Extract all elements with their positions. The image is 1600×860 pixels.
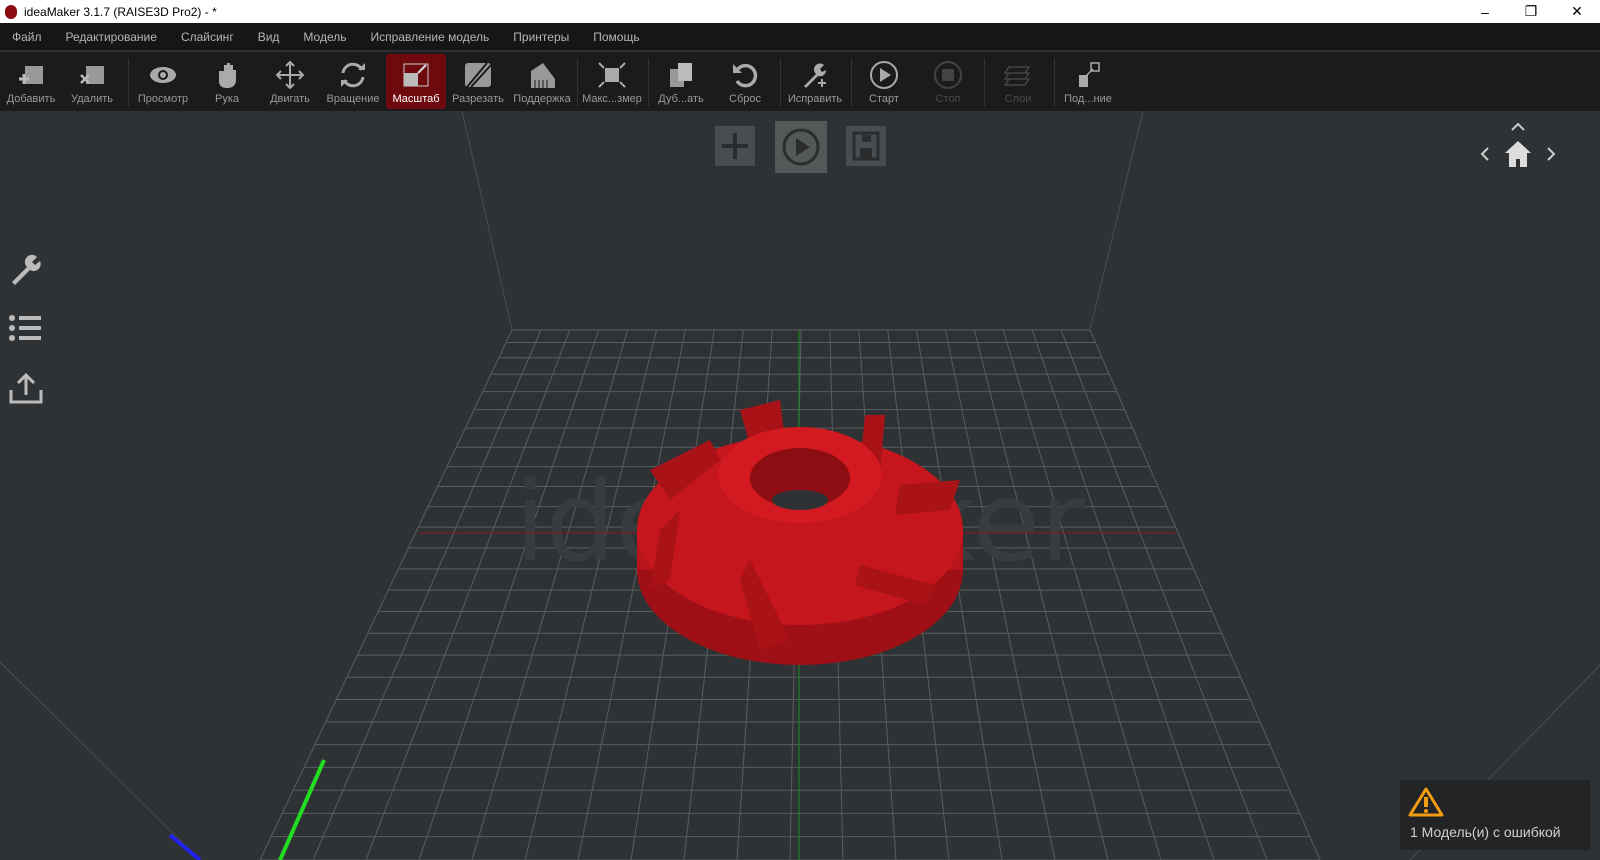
- menu-help[interactable]: Помощь: [581, 30, 651, 44]
- export-upload-icon[interactable]: [8, 370, 44, 406]
- app-logo-icon: [5, 4, 17, 19]
- cut-icon: [465, 62, 492, 88]
- duplicate-icon: [670, 63, 692, 87]
- restore-button[interactable]: ❐: [1508, 0, 1554, 23]
- rotate-button[interactable]: Вращение: [324, 54, 382, 109]
- move-arrows-icon: [275, 61, 305, 89]
- stop-icon: [934, 61, 962, 89]
- duplicate-button[interactable]: Дуб...ать: [652, 54, 710, 109]
- menu-slicing[interactable]: Слайсинг: [169, 30, 246, 44]
- toolbar: Добавить Удалить Просмотр Рука Двигать В…: [0, 52, 1600, 111]
- add-button[interactable]: Добавить: [3, 54, 59, 109]
- menu-model[interactable]: Модель: [291, 30, 358, 44]
- y-axis-gizmo: [278, 759, 326, 860]
- move-button[interactable]: Двигать: [262, 54, 318, 109]
- hand-button[interactable]: Рука: [199, 54, 255, 109]
- rotate-icon: [341, 62, 365, 88]
- repair-button[interactable]: Исправить: [783, 54, 847, 109]
- layers-icon: [1003, 66, 1031, 86]
- connect-button[interactable]: Под...ние: [1058, 54, 1118, 109]
- quick-start-button[interactable]: [775, 121, 827, 173]
- window-title: ideaMaker 3.1.7 (RAISE3D Pro2) - *: [24, 4, 217, 19]
- remove-button[interactable]: Удалить: [64, 54, 120, 109]
- impeller-model[interactable]: [637, 400, 963, 665]
- menu-view[interactable]: Вид: [246, 30, 292, 44]
- warning-icon: [1408, 787, 1444, 817]
- quick-save-button[interactable]: [846, 126, 886, 166]
- repair-panel-wrench-icon[interactable]: [8, 250, 44, 286]
- cut-button[interactable]: Разрезать: [450, 54, 506, 109]
- start-button[interactable]: Старт: [856, 54, 912, 109]
- z-axis-gizmo: [168, 833, 202, 860]
- camera-up-icon: [1511, 122, 1525, 131]
- minimize-button[interactable]: –: [1462, 0, 1508, 23]
- hand-icon: [219, 63, 236, 88]
- scale-button[interactable]: Масштаб: [386, 54, 446, 109]
- play-icon: [870, 61, 898, 89]
- scale-icon: [403, 63, 429, 87]
- layers-button[interactable]: Слои: [990, 54, 1046, 109]
- remove-model-icon: [80, 66, 104, 84]
- title-bar: ideaMaker 3.1.7 (RAISE3D Pro2) - * – ❐ ✕: [0, 0, 1600, 23]
- play-circle-icon: [782, 128, 820, 166]
- view-button[interactable]: Просмотр: [133, 54, 193, 109]
- reset-button[interactable]: Сброс: [717, 54, 773, 109]
- error-notification[interactable]: 1 Модель(и) с ошибкой: [1400, 780, 1590, 850]
- stop-button[interactable]: Стоп: [920, 54, 976, 109]
- notification-text: 1 Модель(и) с ошибкой: [1410, 824, 1561, 840]
- support-button[interactable]: Поддержка: [510, 54, 574, 109]
- menu-file[interactable]: Файл: [0, 30, 54, 44]
- list-icon[interactable]: [8, 310, 44, 346]
- max-size-button[interactable]: Макс...змер: [580, 54, 644, 109]
- camera-nav[interactable]: [1478, 116, 1558, 176]
- add-model-icon: [19, 66, 43, 84]
- menu-printers[interactable]: Принтеры: [501, 30, 581, 44]
- plus-icon: [722, 133, 748, 159]
- menu-bar: Файл Редактирование Слайсинг Вид Модель …: [0, 23, 1600, 51]
- maximize-icon: [598, 62, 626, 88]
- wrench-icon: [804, 63, 827, 88]
- reset-icon: [733, 63, 758, 88]
- menu-repair-model[interactable]: Исправление модель: [359, 30, 502, 44]
- eye-icon: [150, 67, 176, 83]
- save-icon: [852, 131, 880, 161]
- support-icon: [531, 63, 555, 88]
- close-button[interactable]: ✕: [1554, 0, 1600, 23]
- 3d-viewport[interactable]: ideaMaker: [0, 111, 1600, 860]
- home-view-icon: [1505, 141, 1531, 167]
- quick-add-button[interactable]: [715, 126, 755, 166]
- menu-edit[interactable]: Редактирование: [54, 30, 169, 44]
- connect-icon: [1079, 62, 1100, 87]
